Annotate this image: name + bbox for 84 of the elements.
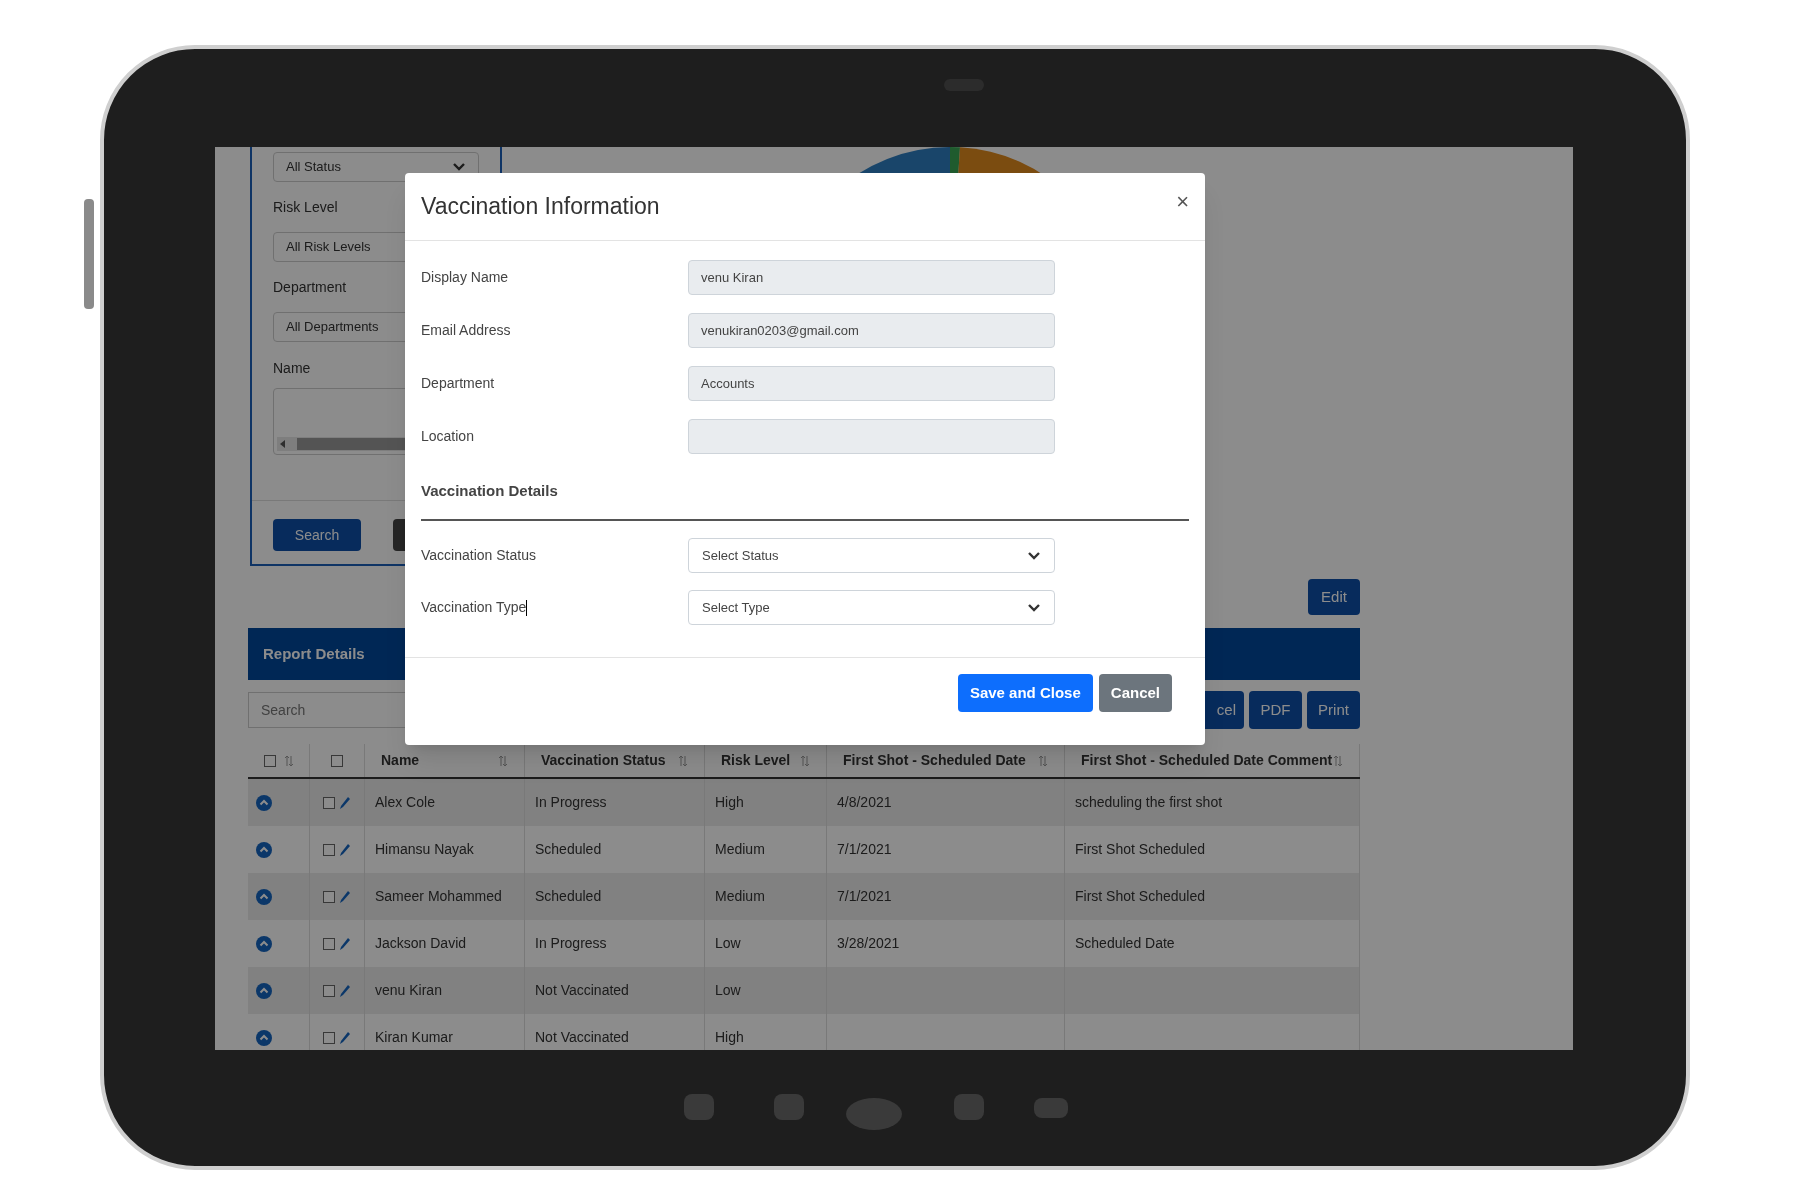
checkbox[interactable] — [331, 754, 343, 767]
checkbox[interactable] — [323, 890, 335, 903]
column-header[interactable]: Risk Level — [721, 750, 791, 771]
table-cell: First Shot Scheduled — [1075, 889, 1205, 904]
table-cell: scheduling the first shot — [1075, 795, 1223, 810]
pencil-icon[interactable] — [339, 1030, 351, 1045]
filter-select[interactable]: All Status — [273, 152, 479, 182]
checkbox[interactable] — [323, 984, 335, 997]
checkbox[interactable] — [323, 1031, 335, 1044]
pencil-icon[interactable] — [339, 795, 351, 810]
modal-title: Vaccination Information — [421, 192, 660, 222]
sort-icon[interactable] — [1038, 753, 1048, 768]
input-field[interactable] — [688, 419, 1055, 454]
checkbox[interactable] — [323, 796, 335, 809]
checkbox[interactable] — [323, 937, 335, 950]
column-header[interactable]: First Shot - Scheduled Date Comment — [1081, 750, 1333, 771]
input-field[interactable]: venu Kiran — [688, 260, 1055, 295]
field-label: Location — [421, 427, 474, 446]
table-cell: Jackson David — [375, 936, 467, 951]
table-cell: Not Vaccinated — [535, 983, 629, 998]
column-header[interactable]: Name — [381, 750, 420, 771]
chevron-icon — [1027, 550, 1041, 561]
sort-icon[interactable] — [283, 753, 294, 768]
table-cell: High — [715, 1030, 744, 1045]
checkbox[interactable] — [323, 843, 335, 856]
table-cell: Sameer Mohammed — [375, 889, 502, 904]
pencil-icon[interactable] — [339, 842, 351, 857]
chevron-circle-icon[interactable] — [256, 888, 272, 905]
field-label: Vaccination Type — [421, 598, 527, 617]
chevron-icon — [1027, 602, 1041, 613]
pencil-icon[interactable] — [339, 889, 351, 904]
input-field[interactable]: Accounts — [688, 366, 1055, 401]
table-cell: Medium — [715, 889, 765, 904]
column-header[interactable]: Vaccination Status — [541, 750, 666, 771]
table-cell: Kiran Kumar — [375, 1030, 453, 1045]
table-cell: venu Kiran — [375, 983, 442, 998]
field-label: Vaccination Status — [421, 546, 536, 565]
field-label: Name — [273, 359, 311, 378]
table-cell: 3/28/2021 — [837, 936, 900, 951]
table-cell: 4/8/2021 — [837, 795, 892, 810]
search-button[interactable]: Search — [273, 519, 361, 551]
field-label: Department — [421, 374, 495, 393]
export-button[interactable]: PDF — [1249, 691, 1302, 729]
chevron-circle-icon[interactable] — [256, 841, 272, 858]
table-cell: Himansu Nayak — [375, 842, 474, 857]
section-heading: Vaccination Details — [421, 481, 559, 501]
chevron-circle-icon[interactable] — [256, 935, 272, 952]
field-label: Risk Level — [273, 198, 338, 217]
table-cell: In Progress — [535, 795, 607, 810]
chevron-icon — [452, 162, 466, 172]
sort-icon[interactable] — [498, 753, 508, 768]
close-button[interactable]: × — [1176, 185, 1189, 218]
field-label: Department — [273, 278, 347, 297]
table-cell: Low — [715, 983, 741, 998]
checkbox[interactable] — [263, 754, 276, 767]
chevron-circle-icon[interactable] — [256, 794, 272, 811]
table-cell: First Shot Scheduled — [1075, 842, 1205, 857]
column-header[interactable]: First Shot - Scheduled Date — [843, 750, 1026, 771]
edit-button[interactable]: Edit — [1308, 579, 1360, 615]
table-cell: Not Vaccinated — [535, 1030, 629, 1045]
sort-icon[interactable] — [678, 753, 688, 768]
status-select[interactable]: Select Type — [688, 590, 1055, 625]
input-field[interactable]: venukiran0203@gmail.com — [688, 313, 1055, 348]
status-select[interactable]: Select Status — [688, 538, 1055, 573]
table-cell: Scheduled — [535, 842, 602, 857]
pencil-icon[interactable] — [339, 936, 351, 951]
chevron-circle-icon[interactable] — [256, 1029, 272, 1046]
table-cell: High — [715, 795, 744, 810]
table-cell: In Progress — [535, 936, 607, 951]
table-cell: Scheduled Date — [1075, 936, 1175, 951]
table-cell: Medium — [715, 842, 765, 857]
export-button[interactable]: Print — [1307, 691, 1360, 729]
table-cell: Low — [715, 936, 741, 951]
table-cell: 7/1/2021 — [837, 842, 892, 857]
cancel-button[interactable]: Cancel — [1098, 674, 1172, 712]
pencil-icon[interactable] — [339, 983, 351, 998]
field-label: Display Name — [421, 268, 509, 287]
table-cell: Scheduled — [535, 889, 602, 904]
save-button[interactable]: Save and Close — [957, 674, 1093, 712]
sort-icon[interactable] — [800, 753, 810, 768]
sort-icon[interactable] — [1333, 753, 1343, 768]
table-cell: 7/1/2021 — [837, 889, 892, 904]
table-cell: Alex Cole — [375, 795, 435, 810]
chevron-circle-icon[interactable] — [256, 982, 272, 999]
